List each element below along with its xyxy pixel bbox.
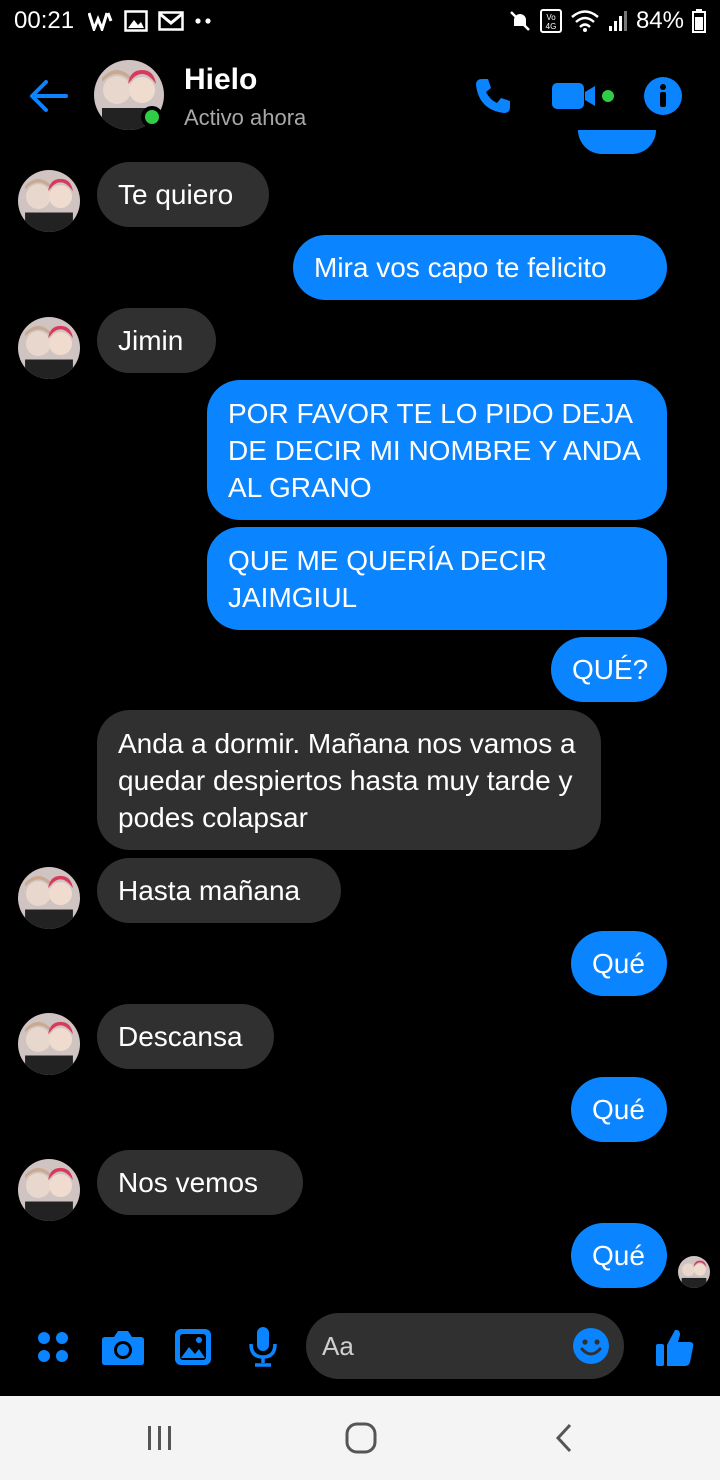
- arrow-left-icon: [30, 80, 68, 112]
- battery-icon: [692, 9, 706, 33]
- message-bubble-outgoing[interactable]: Qué: [571, 1223, 667, 1288]
- back-button[interactable]: [26, 74, 70, 118]
- camera-button[interactable]: [98, 1322, 148, 1372]
- back-nav-button[interactable]: [534, 1416, 594, 1460]
- message-bubble-outgoing[interactable]: POR FAVOR TE LO PIDO DEJA DE DECIR MI NO…: [207, 380, 667, 520]
- recent-apps-button[interactable]: [130, 1416, 190, 1460]
- battery-percent: 84%: [635, 7, 684, 34]
- more-dots-icon: [194, 17, 212, 25]
- emoji-button[interactable]: [566, 1321, 616, 1371]
- phone-icon: [476, 79, 510, 113]
- sender-avatar[interactable]: [18, 1013, 80, 1075]
- info-button[interactable]: [638, 72, 688, 120]
- w-app-icon: [88, 11, 114, 31]
- chat-header: Hielo Activo ahora: [0, 48, 720, 142]
- wifi-icon: [570, 9, 600, 33]
- apps-icon: [38, 1332, 68, 1362]
- sender-avatar[interactable]: [18, 867, 80, 929]
- message-bubble-incoming[interactable]: Te quiero: [97, 162, 269, 227]
- recent-apps-icon: [148, 1426, 171, 1450]
- message-bubble-incoming[interactable]: Nos vemos: [97, 1150, 303, 1215]
- video-call-button[interactable]: [548, 72, 618, 120]
- svg-text:4G: 4G: [546, 22, 557, 31]
- online-indicator: [141, 106, 163, 128]
- seen-indicator-avatar: [678, 1256, 710, 1288]
- info-icon: [644, 77, 682, 115]
- camera-icon: [102, 1331, 144, 1365]
- voice-clip-button[interactable]: [238, 1322, 288, 1372]
- microphone-icon: [249, 1327, 277, 1367]
- message-composer: [0, 1300, 720, 1396]
- sender-avatar[interactable]: [18, 170, 80, 232]
- message-bubble-incoming[interactable]: Jimin: [97, 308, 216, 373]
- mute-icon: [508, 9, 532, 33]
- message-bubble-incoming[interactable]: Anda a dormir. Mañana nos vamos a quedar…: [97, 710, 601, 850]
- home-button[interactable]: [331, 1416, 391, 1460]
- video-camera-icon: [552, 83, 614, 109]
- status-time: 00:21: [14, 7, 75, 34]
- volte-4g-icon: Vo 4G: [539, 9, 562, 33]
- message-bubble-incoming[interactable]: Hasta mañana: [97, 858, 341, 923]
- like-button[interactable]: [650, 1322, 700, 1372]
- emoji-icon: [573, 1328, 609, 1364]
- message-bubble-outgoing[interactable]: Qué: [571, 1077, 667, 1142]
- message-input[interactable]: [322, 1313, 562, 1379]
- chevron-left-icon: [555, 1423, 572, 1453]
- gmail-icon: [158, 11, 184, 31]
- message-bubble-outgoing[interactable]: QUÉ?: [551, 637, 667, 702]
- thumbs-up-icon: [656, 1329, 694, 1366]
- system-navigation-bar: [0, 1396, 720, 1480]
- svg-text:Vo: Vo: [546, 13, 556, 22]
- message-bubble-outgoing[interactable]: Mira vos capo te felicito: [293, 235, 667, 300]
- voice-call-button[interactable]: [468, 72, 518, 120]
- message-bubble-partial: [578, 130, 656, 154]
- message-bubble-outgoing[interactable]: Qué: [571, 931, 667, 996]
- contact-name[interactable]: Hielo: [184, 63, 257, 97]
- home-icon: [345, 1422, 377, 1454]
- message-bubble-outgoing[interactable]: QUE ME QUERÍA DECIR JAIMGIUL: [207, 527, 667, 630]
- gallery-button[interactable]: [168, 1322, 218, 1372]
- status-bar: 00:21 Vo 4G 84%: [0, 0, 720, 42]
- sender-avatar[interactable]: [18, 317, 80, 379]
- gallery-icon: [124, 10, 148, 32]
- contact-status: Activo ahora: [184, 105, 307, 130]
- message-bubble-incoming[interactable]: Descansa: [97, 1004, 274, 1069]
- sender-avatar[interactable]: [18, 1159, 80, 1221]
- apps-button[interactable]: [28, 1322, 78, 1372]
- image-icon: [175, 1329, 211, 1365]
- message-input-container: [306, 1313, 624, 1379]
- signal-icon: [608, 10, 628, 32]
